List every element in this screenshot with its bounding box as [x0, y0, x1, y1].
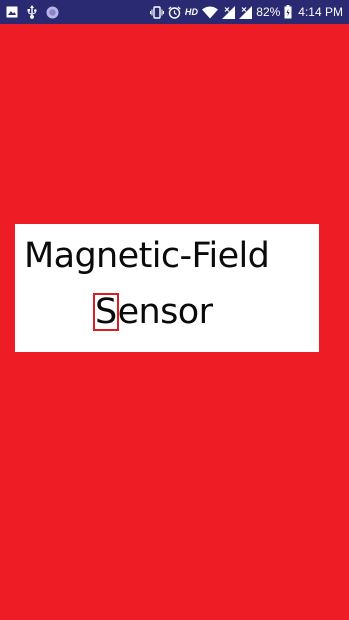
app-title-line2: Sensor [93, 290, 213, 334]
status-bar-right: HD 82% 4:14 PM [149, 5, 343, 19]
battery-percent: 82% [256, 5, 281, 19]
status-bar-left [6, 5, 59, 19]
status-bar-time: 4:14 PM [298, 5, 343, 19]
signal-icon [239, 5, 253, 19]
splash-screen: Magnetic-Field Sensor [0, 24, 349, 620]
app-title-line2-rest: ensor [117, 292, 213, 332]
image-icon [6, 5, 18, 19]
alarm-icon [168, 5, 181, 19]
usb-icon [27, 5, 37, 19]
status-bar: HD 82% 4:14 PM [0, 0, 349, 24]
app-title-line1: Magnetic-Field [24, 236, 270, 276]
app-title-card: Magnetic-Field Sensor [15, 224, 319, 352]
wifi-icon [202, 5, 219, 19]
vibrate-icon [149, 5, 164, 19]
hd-icon: HD [184, 7, 199, 17]
highlighted-letter: S [93, 292, 119, 332]
circle-icon [46, 5, 59, 19]
signal-icon [222, 5, 236, 19]
battery-icon [284, 5, 292, 19]
